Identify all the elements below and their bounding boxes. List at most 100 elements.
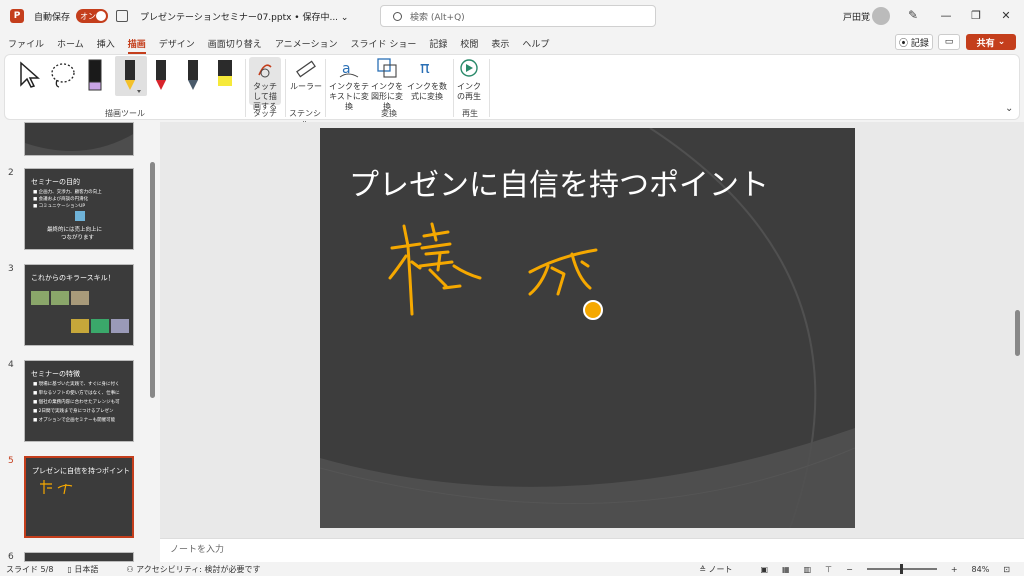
minimize-button[interactable]: — (936, 6, 956, 26)
slideshow-icon[interactable]: ⊤ (825, 565, 832, 574)
avatar[interactable] (872, 7, 890, 25)
record-button[interactable]: ⦿ 記録 (895, 34, 933, 50)
thumbnail-line: ■ コミュニケーションUP (33, 204, 86, 209)
autosave-toggle[interactable]: オン (76, 9, 109, 23)
thumbnail-title: プレゼンに自信を持つポイント (32, 467, 130, 475)
thumb-box (31, 291, 49, 305)
ribbon-separator (245, 59, 246, 117)
tab-7[interactable]: スライド ショー (350, 37, 416, 50)
thumb-box (91, 319, 109, 333)
zoom-slider[interactable] (866, 564, 937, 574)
editor-scrollbar[interactable] (1015, 310, 1020, 356)
reading-view-icon[interactable]: ▥ (804, 565, 812, 574)
ink-to-math-icon: π (420, 58, 430, 77)
tab-1[interactable]: ホーム (57, 37, 84, 50)
autosave-state: オン (80, 11, 97, 21)
record-label: 記録 (910, 38, 929, 49)
eraser-pen-icon[interactable] (85, 58, 105, 94)
tab-3[interactable]: 描画 (127, 37, 146, 54)
thumbnail-number: 6 (8, 552, 14, 562)
search-placeholder: 検索 (Alt+Q) (410, 12, 465, 23)
tab-6[interactable]: アニメーション (275, 37, 338, 50)
thumbnail-title: セミナーの目的 (31, 178, 80, 186)
notes-toggle-label: ノート (708, 564, 733, 574)
pen-icon[interactable]: ✎ (908, 8, 918, 22)
slide-thumbnails-pane: 2 セミナーの目的 ■ 企画力、交渉力、顧客力の向上 ■ 会議および商談の円滑化… (0, 122, 160, 562)
ink-to-math-button[interactable]: π インクを数式に変換 (405, 57, 449, 102)
thumbnail-slide-4[interactable]: セミナーの特徴 ■ 現場に基づいた実践で、すぐに身に付く ■ 単なるソフトの使い… (24, 360, 134, 442)
ink-to-text-icon: a (339, 61, 359, 78)
ink-to-shape-button[interactable]: インクを図形に変換 (369, 57, 405, 112)
notes-field[interactable]: ノートを入力 (160, 538, 1024, 562)
tab-9[interactable]: 校閲 (460, 37, 478, 50)
thumbnail-slide-5[interactable]: プレゼンに自信を持つポイント (24, 456, 134, 538)
search-input[interactable]: 検索 (Alt+Q) (380, 5, 656, 27)
thumbnail-line: ■ 単なるソフトの使い方ではなく、仕事に (33, 391, 120, 396)
tab-2[interactable]: 挿入 (97, 37, 115, 50)
pen-yellow-icon[interactable] (115, 56, 147, 96)
close-button[interactable]: ✕ (996, 6, 1016, 26)
autosave-label: 自動保存 (34, 12, 71, 23)
ribbon-separator (285, 59, 286, 117)
lasso-select-icon[interactable] (49, 61, 77, 89)
tab-0[interactable]: ファイル (8, 37, 44, 50)
comment-button[interactable]: ▭ (938, 34, 960, 50)
thumbnail-line: ■ 現場に基づいた実践で、すぐに身に付く (33, 382, 120, 387)
zoom-level[interactable]: 84% (972, 565, 990, 574)
ruler-label: ルーラー (290, 82, 322, 91)
ink-to-shape-icon (377, 58, 397, 78)
tab-10[interactable]: 表示 (491, 37, 509, 50)
tab-8[interactable]: 記録 (429, 37, 447, 50)
maximize-button[interactable]: ❐ (966, 6, 986, 26)
highlighter-yellow-icon[interactable] (213, 58, 237, 94)
thumbnail-line: 最終的には売上向上に (47, 227, 103, 233)
current-slide[interactable]: プレゼンに自信を持つポイント (320, 128, 855, 528)
thumbnail-line: ■ 個社の業務内容に合わせたアレンジも可 (33, 400, 120, 405)
pen-red-icon[interactable] (151, 58, 171, 94)
fit-to-window-icon[interactable]: ⊡ (1003, 565, 1010, 574)
accessibility-status[interactable]: ⚇ アクセシビリティ: 検討が必要です (126, 564, 274, 575)
tab-11[interactable]: ヘルプ (522, 37, 549, 50)
thumbnail-slide-2[interactable]: セミナーの目的 ■ 企画力、交渉力、顧客力の向上 ■ 会議および商談の円滑化 ■… (24, 168, 134, 250)
user-name[interactable]: 戸田覚 (843, 10, 870, 23)
ink-drawing[interactable] (320, 128, 855, 528)
normal-view-icon[interactable]: ▣ (760, 565, 768, 574)
touch-draw-button[interactable]: タッチして描画する (249, 57, 281, 111)
thumbnail-line: ■ 企画力、交渉力、顧客力の向上 (33, 190, 102, 195)
ribbon-collapse-icon[interactable]: ⌄ (1005, 103, 1013, 114)
thumb-box (111, 319, 129, 333)
ruler-button[interactable]: ルーラー (289, 57, 323, 92)
ribbon-tabs: ファイル ホーム 挿入 描画 デザイン 画面切り替え アニメーション スライド ショー 記録 校閲… (0, 33, 1024, 54)
status-bar: スライド 5/8 ▯ 日本語 ⚇ アクセシビリティ: 検討が必要です ≙ ノート… (0, 562, 1024, 576)
thumbnail-line: ■ オプションで企画セミナーも開催可能 (33, 418, 116, 423)
thumbnail-slide-6[interactable] (24, 552, 134, 562)
notes-toggle[interactable]: ≙ ノート (699, 564, 746, 575)
save-icon[interactable] (116, 10, 129, 22)
slide-sorter-icon[interactable]: ▦ (782, 565, 790, 574)
document-title[interactable]: プレゼンテーションセミナー07.pptx • 保存中... ⌄ (140, 10, 348, 23)
thumbnail-number: 5 (8, 456, 14, 466)
pen-gray-icon[interactable] (183, 58, 203, 94)
ink-replay-button[interactable]: インクの再生 (455, 57, 483, 102)
ribbon-separator (325, 59, 326, 117)
group-label-replay: 再生 (462, 109, 478, 118)
thumbnail-slide-1[interactable] (24, 122, 134, 156)
ruler-icon (296, 60, 316, 78)
select-cursor-icon[interactable] (17, 61, 41, 89)
slide-count: スライド 5/8 (6, 564, 54, 574)
share-button[interactable]: 共有 ⌄ (966, 34, 1016, 50)
thumbnail-number: 4 (8, 360, 14, 370)
ink-to-math-label: インクを数式に変換 (407, 82, 447, 101)
thumbnail-number: 3 (8, 264, 14, 274)
thumbnail-number: 2 (8, 168, 14, 178)
zoom-slider-thumb[interactable] (899, 564, 903, 574)
zoom-out-icon[interactable]: − (846, 565, 853, 574)
thumbnail-slide-3[interactable]: これからのキラースキル！ (24, 264, 134, 346)
tab-5[interactable]: 画面切り替え (208, 37, 262, 50)
thumb-box (71, 291, 89, 305)
thumbnails-scrollbar[interactable] (150, 162, 155, 398)
zoom-in-icon[interactable]: + (951, 565, 958, 574)
language-status[interactable]: ▯ 日本語 (67, 564, 112, 575)
ink-to-text-button[interactable]: a インクをテキストに変換 (329, 57, 369, 112)
tab-4[interactable]: デザイン (159, 37, 195, 50)
